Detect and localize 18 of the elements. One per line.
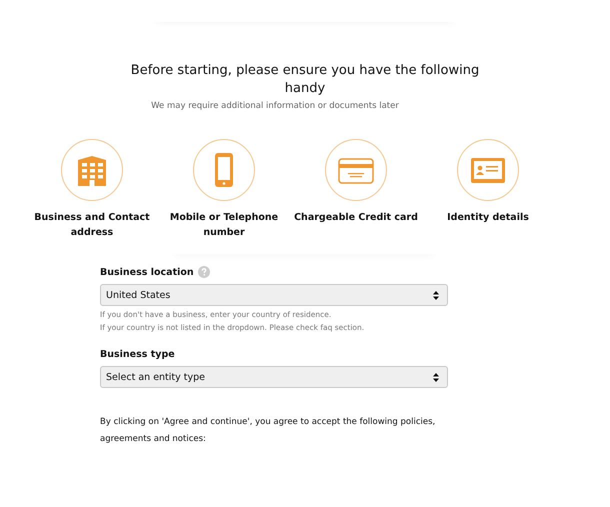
select-arrows-icon <box>433 372 439 382</box>
agreement-text: By clicking on 'Agree and continue', you agree to accept the following policies, agreements and notices: <box>100 416 436 446</box>
field-label: Business location <box>100 266 194 278</box>
building-icon <box>61 139 123 201</box>
heading: Before starting, please ensure you have the following handy <box>130 62 480 98</box>
help-icon[interactable] <box>198 266 210 278</box>
id-card-icon <box>457 139 519 201</box>
field-label: Business type <box>100 349 175 360</box>
requirement-label: Identity details <box>446 211 530 225</box>
credit-card-icon <box>325 139 387 201</box>
business-type-select[interactable]: Select an entity type <box>100 366 448 388</box>
subheading: We may require additional information or documents later <box>150 101 400 111</box>
requirement-label: Chargeable Credit card <box>293 211 419 225</box>
business-location-select[interactable]: United States <box>100 284 448 306</box>
requirement-label: Business and Contact address <box>33 211 151 240</box>
phone-icon <box>193 139 255 201</box>
requirement-label: Mobile or Telephone number <box>168 211 280 240</box>
select-arrows-icon <box>433 290 439 300</box>
